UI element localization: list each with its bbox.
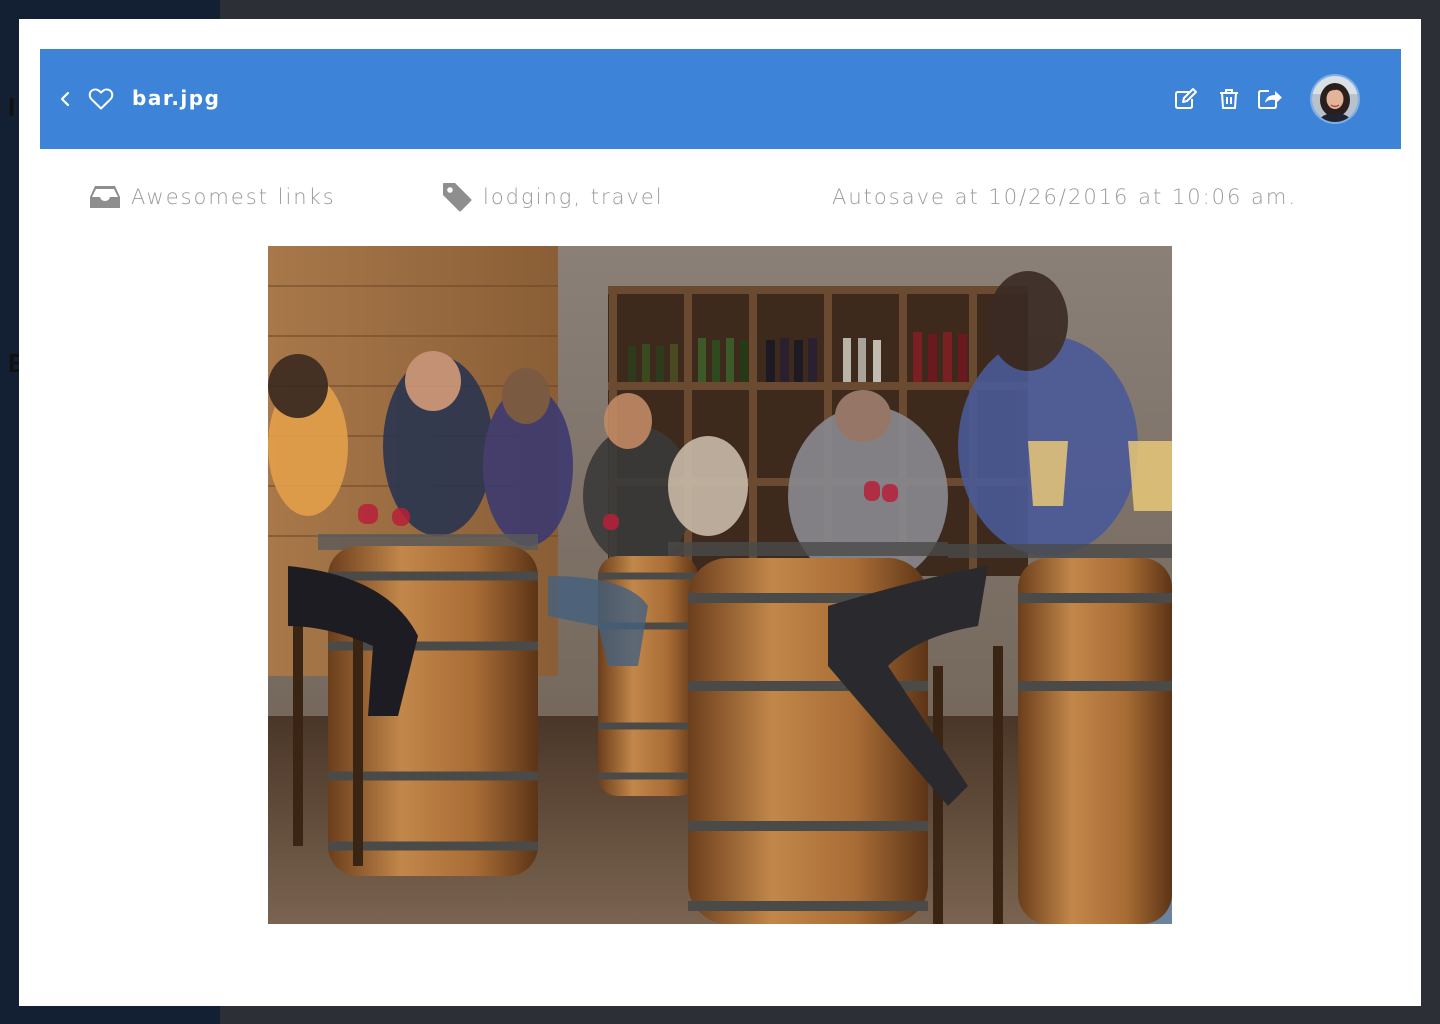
share-icon bbox=[1258, 90, 1282, 109]
trash-icon bbox=[1220, 89, 1238, 109]
edit-icon bbox=[1175, 88, 1197, 109]
file-name-title: bar.jpg bbox=[132, 86, 221, 110]
tags-info: lodging, travel bbox=[441, 179, 664, 215]
tag-icon bbox=[441, 181, 473, 213]
folder-info: Awesomest links bbox=[89, 179, 336, 215]
chevron-left-icon bbox=[60, 91, 70, 107]
tags-list[interactable]: lodging, travel bbox=[483, 185, 664, 209]
share-button[interactable] bbox=[1257, 86, 1283, 112]
modal-header: bar.jpg bbox=[40, 49, 1401, 149]
edit-button[interactable] bbox=[1173, 86, 1199, 112]
user-avatar[interactable] bbox=[1312, 76, 1358, 122]
avatar-image bbox=[1312, 76, 1358, 122]
image-preview-modal: bar.jpg Awesomest links lodging, travel … bbox=[19, 19, 1421, 1006]
autosave-text: Autosave at 10/26/2016 at 10:06 am. bbox=[832, 185, 1298, 209]
autosave-status: Autosave at 10/26/2016 at 10:06 am. bbox=[832, 179, 1297, 215]
favorite-button[interactable] bbox=[88, 87, 114, 111]
preview-image bbox=[268, 246, 1172, 924]
back-button[interactable] bbox=[58, 89, 72, 109]
delete-button[interactable] bbox=[1216, 86, 1242, 112]
background-fragment-1: I bbox=[8, 92, 16, 122]
heart-icon bbox=[88, 88, 114, 110]
inbox-icon bbox=[89, 184, 121, 210]
folder-name[interactable]: Awesomest links bbox=[131, 185, 336, 209]
